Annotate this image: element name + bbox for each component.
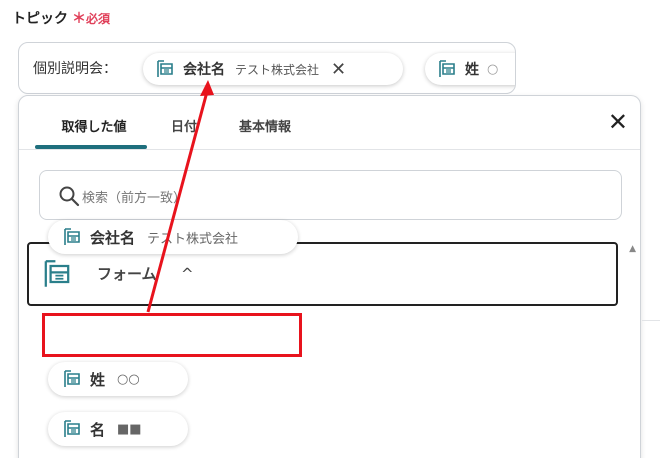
value-picker-dropdown: 取得した値 日付 基本情報 ✕ 検索（前方一致） ▲ フォーム ^: [18, 95, 641, 458]
topic-prefix-text: 個別説明会：: [33, 61, 117, 77]
form-icon: [64, 228, 80, 245]
tab-acquired-values[interactable]: 取得した値: [39, 116, 149, 135]
topic-label-row: トピック ＊必須: [12, 8, 110, 28]
chip-last-name[interactable]: 姓 ○: [425, 53, 515, 85]
chip-value: ○: [487, 61, 499, 77]
field-item-first-name[interactable]: 名 ■■: [48, 412, 188, 446]
topic-label: トピック: [12, 11, 68, 27]
group-label: フォーム: [97, 265, 157, 283]
tab-date[interactable]: 日付: [171, 116, 197, 135]
field-name: 会社名: [90, 228, 136, 247]
field-item-company-name[interactable]: 会社名 テスト株式会社: [48, 220, 298, 254]
field-name: 名: [90, 420, 106, 439]
form-icon: [44, 260, 70, 287]
tab-bar: 取得した値 日付 基本情報 ✕: [19, 96, 640, 150]
form-icon: [157, 60, 173, 77]
required-text: 必須: [86, 12, 111, 26]
search-icon: [59, 186, 80, 207]
field-item-last-name[interactable]: 姓 ○○: [48, 362, 188, 396]
active-tab-indicator: [35, 145, 147, 149]
field-value: ○○: [117, 371, 140, 387]
tab-basic-info[interactable]: 基本情報: [239, 116, 291, 135]
chevron-up-icon[interactable]: ^: [181, 265, 194, 283]
form-icon: [439, 60, 455, 77]
required-mark: ＊: [72, 11, 86, 27]
divider: [642, 320, 660, 321]
search-input[interactable]: 検索（前方一致）: [39, 170, 622, 220]
chip-company-name[interactable]: 会社名 テスト株式会社 ✕: [143, 53, 403, 85]
chip-value: テスト株式会社: [235, 62, 320, 77]
form-icon: [64, 420, 80, 437]
chip-close-icon[interactable]: ✕: [331, 59, 346, 80]
field-value: テスト株式会社: [147, 231, 239, 247]
scroll-up-arrow-icon[interactable]: ▲: [629, 244, 636, 254]
search-placeholder: 検索（前方一致）: [82, 191, 187, 206]
chip-name: 姓: [465, 62, 479, 78]
chip-name: 会社名: [183, 62, 225, 78]
topic-input-field[interactable]: 個別説明会： 会社名 テスト株式会社 ✕ 姓 ○: [18, 42, 516, 94]
annotation-highlight-box: [42, 313, 302, 357]
field-name: 姓: [90, 370, 106, 389]
field-value: ■■: [117, 421, 142, 437]
close-icon[interactable]: ✕: [608, 110, 628, 134]
form-icon: [64, 370, 80, 387]
